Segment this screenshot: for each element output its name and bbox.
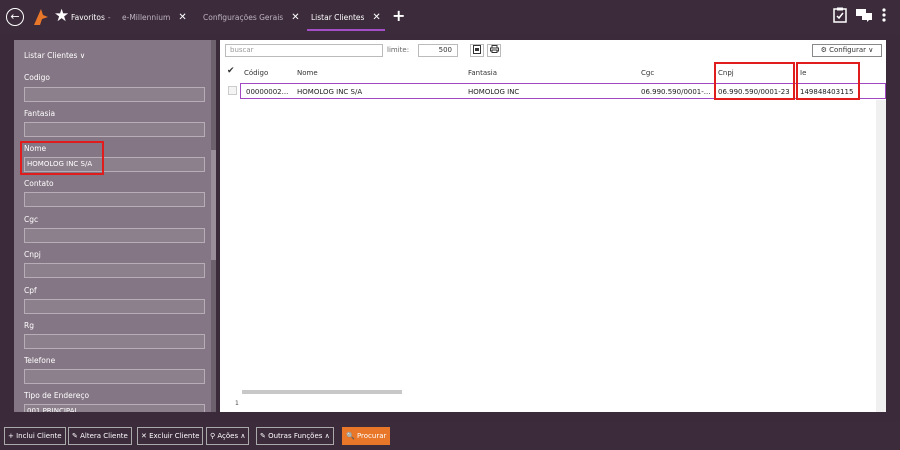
cgc-label: Cgc [24, 215, 39, 224]
close-icon[interactable]: ✕ [372, 12, 380, 23]
favorites-label: Favoritos [71, 12, 105, 22]
cell-nome: HOMOLOG INC S/A [297, 88, 363, 96]
more-options-icon[interactable] [882, 7, 886, 27]
filter-panel: Listar Clientes ∨ Codigo Fantasia Nome H… [14, 40, 216, 412]
highlight-ie [796, 62, 860, 100]
inclui-cliente-button[interactable]: + Inclui Cliente [4, 427, 66, 445]
export-button[interactable] [470, 44, 484, 57]
app-logo-icon [34, 9, 48, 25]
cell-cgc: 06.990.590/0001-... [641, 88, 711, 96]
favorites-menu[interactable]: Favoritos - [71, 0, 111, 34]
tab-label: Configurações Gerais [203, 12, 284, 22]
column-header-cgc[interactable]: Cgc [641, 69, 654, 77]
add-tab-icon[interactable]: + [392, 6, 405, 25]
acoes-button[interactable]: ⚲ Ações ∧ [206, 427, 250, 445]
cpf-field[interactable] [24, 299, 205, 314]
column-header-fantasia[interactable]: Fantasia [468, 69, 497, 77]
codigo-field[interactable] [24, 87, 205, 102]
select-all-check-icon[interactable]: ✔ [227, 66, 235, 76]
tab-listar-clientes[interactable]: Listar Clientes ✕ [307, 0, 385, 34]
search-input[interactable]: buscar [225, 44, 383, 57]
scrollbar-thumb[interactable] [211, 150, 216, 260]
column-header-codigo[interactable]: Código [244, 69, 268, 77]
favorites-dash: - [107, 12, 111, 22]
chat-icon[interactable] [855, 7, 873, 27]
rg-field[interactable] [24, 334, 205, 349]
page-number: 1 [235, 400, 239, 407]
altera-cliente-button[interactable]: ✎ Altera Cliente [68, 427, 132, 445]
limite-input[interactable]: 500 [418, 44, 458, 57]
print-button[interactable] [487, 44, 501, 57]
tab-configuracoes-gerais[interactable]: Configurações Gerais ✕ [203, 0, 300, 34]
tab-e-millennium[interactable]: e-Millennium ✕ [122, 0, 187, 34]
configurar-button[interactable]: ⚙ Configurar ∨ [812, 44, 882, 57]
outras-funcoes-button[interactable]: ✎ Outras Funções ∧ [256, 427, 334, 445]
rg-label: Rg [24, 321, 34, 330]
printer-icon [489, 45, 499, 53]
fantasia-field[interactable] [24, 122, 205, 137]
tab-label: Listar Clientes [311, 12, 365, 22]
procurar-button[interactable]: 🔍 Procurar [342, 427, 391, 445]
fantasia-label: Fantasia [24, 109, 56, 118]
tab-label: e-Millennium [122, 12, 171, 22]
limite-label: limite: [387, 46, 410, 54]
top-bar: ← ★ Favoritos - e-Millennium ✕ Configura… [0, 0, 900, 34]
clipboard-icon[interactable] [833, 7, 847, 27]
row-checkbox[interactable] [228, 86, 237, 95]
contato-label: Contato [24, 179, 54, 188]
panel-scrollbar[interactable] [211, 40, 216, 412]
action-bar: + Inclui Cliente ✎ Altera Cliente ✕ Excl… [0, 422, 900, 450]
column-header-nome[interactable]: Nome [297, 69, 318, 77]
back-icon[interactable]: ← [6, 8, 24, 26]
vertical-scrollbar[interactable] [876, 100, 886, 412]
highlight-cnpj [714, 62, 795, 100]
horizontal-scrollbar[interactable] [242, 390, 402, 394]
tipo-endereco-label: Tipo de Endereço [24, 391, 90, 400]
cgc-field[interactable] [24, 228, 205, 243]
close-icon[interactable]: ✕ [291, 12, 299, 23]
tipo-endereco-select[interactable]: 001 PRINCIPAL [24, 404, 205, 412]
cell-codigo: 00000002... [246, 88, 289, 96]
telefone-label: Telefone [24, 356, 56, 365]
excluir-cliente-button[interactable]: ✕ Excluir Cliente [137, 427, 204, 445]
highlight-nome [20, 141, 104, 175]
contato-field[interactable] [24, 192, 205, 207]
codigo-label: Codigo [24, 73, 51, 82]
file-icon [473, 45, 481, 54]
cell-fantasia: HOMOLOG INC [468, 88, 520, 96]
panel-title[interactable]: Listar Clientes ∨ [24, 51, 85, 60]
close-icon[interactable]: ✕ [178, 12, 186, 23]
cpf-label: Cpf [24, 286, 37, 295]
cnpj-label: Cnpj [24, 250, 41, 259]
cnpj-field[interactable] [24, 263, 205, 278]
telefone-field[interactable] [24, 369, 205, 384]
star-icon[interactable]: ★ [54, 6, 69, 26]
